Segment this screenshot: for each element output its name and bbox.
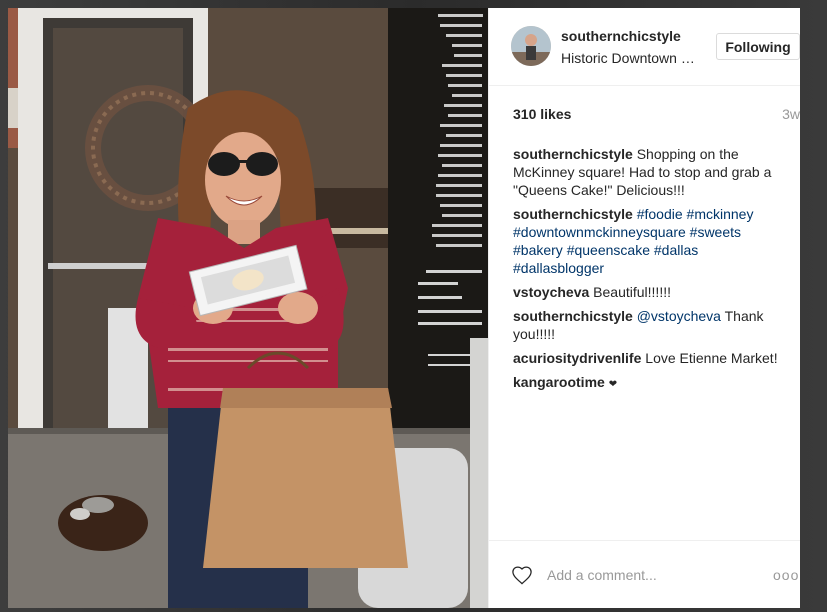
hashtag-link[interactable]: #dallas [654,242,698,258]
comment: kangarootime ❤ [513,373,785,394]
comment-username[interactable]: acuriositydrivenlife [513,350,641,366]
post-location[interactable]: Historic Downtown McKinney [561,50,703,66]
avatar-image [511,26,551,66]
mention-link[interactable]: @vstoycheva [637,308,721,324]
heart-outline-icon[interactable] [511,565,533,585]
photo-illustration [8,8,488,608]
hashtag-link[interactable]: #foodie [637,206,683,222]
comment-footer: ooo [489,540,800,608]
hashtag-link[interactable]: #sweets [690,224,741,240]
add-comment-input[interactable] [547,563,737,587]
post-modal: southernchicstyle Historic Downtown McKi… [8,8,800,608]
comment: acuriositydrivenlife Love Etienne Market… [513,349,785,367]
post-photo[interactable] [8,8,488,608]
comments-list: southernchicstyle Shopping on the McKinn… [513,145,785,400]
avatar[interactable] [511,26,551,66]
following-button[interactable]: Following [716,33,800,60]
heart-emoji-icon: ❤ [608,379,618,390]
hashtag-link[interactable]: #queenscake [567,242,650,258]
comment-text: Love Etienne Market! [645,350,778,366]
post-header: southernchicstyle Historic Downtown McKi… [489,8,800,86]
hashtag-link[interactable]: #dallasblogger [513,260,604,276]
comment-username[interactable]: vstoycheva [513,284,589,300]
post-time-ago[interactable]: 3w [740,106,800,122]
comment: southernchicstyle Shopping on the McKinn… [513,145,785,199]
comment: southernchicstyle #foodie #mckinney #dow… [513,205,785,277]
comment-username[interactable]: southernchicstyle [513,308,633,324]
likes-count[interactable]: 310 likes [513,106,571,122]
comment-username[interactable]: southernchicstyle [513,206,633,222]
comment-username[interactable]: kangarootime [513,374,605,390]
post-username[interactable]: southernchicstyle [561,28,681,44]
more-options-icon[interactable]: ooo [773,567,800,583]
hashtag-link[interactable]: #bakery [513,242,563,258]
hashtag-link[interactable]: #downtownmckinneysquare [513,224,686,240]
comment-text: Beautiful!!!!!! [593,284,671,300]
post-info-panel: southernchicstyle Historic Downtown McKi… [488,8,800,608]
comment-username[interactable]: southernchicstyle [513,146,633,162]
hashtag-link[interactable]: #mckinney [687,206,754,222]
comment: southernchicstyle @vstoycheva Thank you!… [513,307,785,343]
comment: vstoycheva Beautiful!!!!!! [513,283,785,301]
